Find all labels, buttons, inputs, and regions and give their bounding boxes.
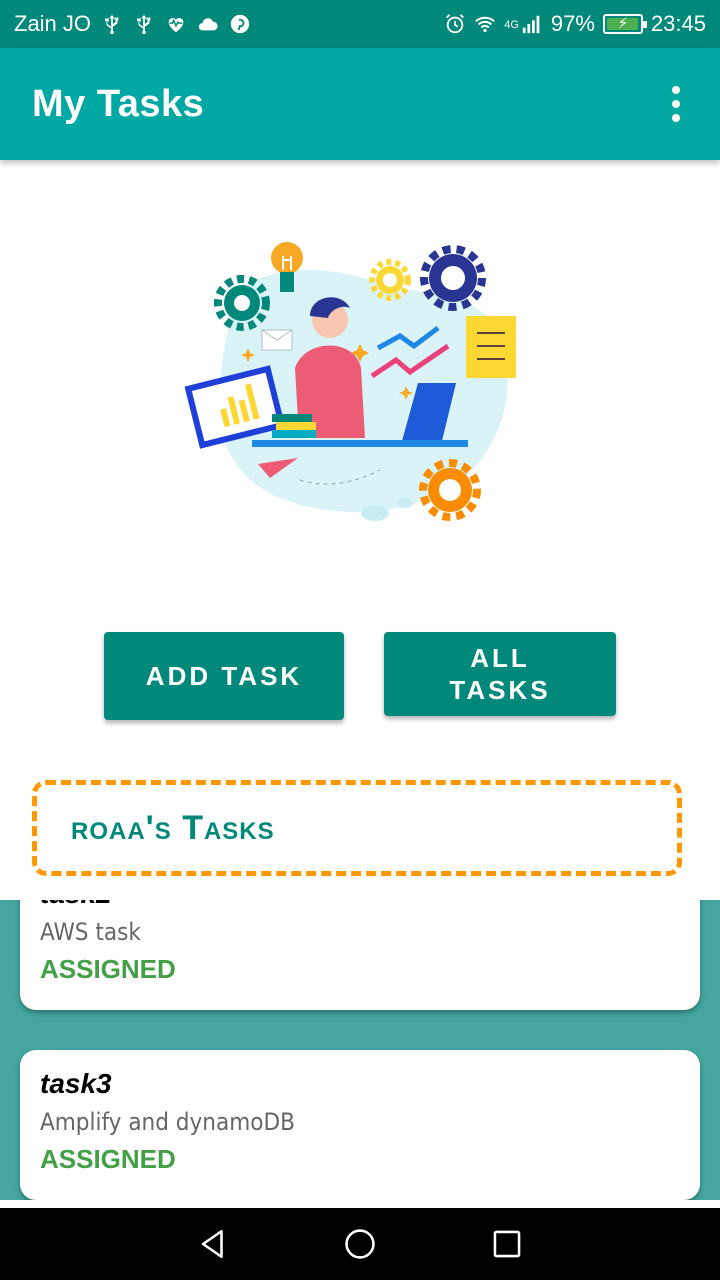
add-task-button[interactable]: ADD TASK (104, 632, 344, 720)
cloud-icon (197, 13, 219, 35)
task-status: ASSIGNED (40, 954, 176, 984)
section-title: roaa's Tasks (71, 808, 275, 847)
battery-percent: 97% (550, 11, 595, 36)
back-icon[interactable] (193, 1224, 233, 1264)
health-icon (165, 13, 187, 35)
signal-icon (521, 13, 543, 35)
overflow-menu-icon[interactable] (664, 84, 688, 124)
task-title: task3 (40, 1068, 112, 1099)
clock: 23:45 (650, 11, 706, 36)
status-right: 4G 97% ⚡ 23:45 (444, 11, 706, 37)
menu-dot (672, 86, 680, 94)
menu-dot (672, 100, 680, 108)
network-type: 4G (504, 19, 519, 31)
carrier-name: Zain JO (14, 11, 92, 36)
user-tasks-header: roaa's Tasks (32, 780, 682, 876)
alarm-icon (444, 13, 466, 35)
navigation-bar (0, 1208, 720, 1280)
task-description: AWS task (40, 918, 141, 946)
charging-bolt-icon: ⚡ (617, 15, 629, 32)
wifi-icon (474, 13, 496, 35)
pinterest-icon (229, 13, 251, 35)
status-bar: Zain JO 4G 97% ⚡ 23:45 (0, 0, 720, 48)
task-description: Amplify and dynamoDB (40, 1108, 295, 1136)
task-status: ASSIGNED (40, 1144, 176, 1174)
usb-icon (133, 13, 155, 35)
task-card[interactable]: task2 AWS task ASSIGNED (20, 900, 700, 1010)
app-bar: My Tasks (0, 48, 720, 160)
task-title: task2 (40, 900, 680, 910)
menu-dot (672, 114, 680, 122)
status-left: Zain JO (14, 11, 251, 37)
all-tasks-button[interactable]: ALL TASKS (384, 632, 616, 716)
hero-illustration (180, 228, 540, 528)
usb-icon (101, 13, 123, 35)
recents-icon[interactable] (487, 1224, 527, 1264)
task-card[interactable]: task3 Amplify and dynamoDB ASSIGNED (20, 1050, 700, 1200)
battery-icon: ⚡ (602, 14, 647, 34)
task-list[interactable]: task2 AWS task ASSIGNED task3 Amplify an… (0, 900, 720, 1200)
home-icon[interactable] (340, 1224, 380, 1264)
app-title: My Tasks (32, 82, 205, 125)
